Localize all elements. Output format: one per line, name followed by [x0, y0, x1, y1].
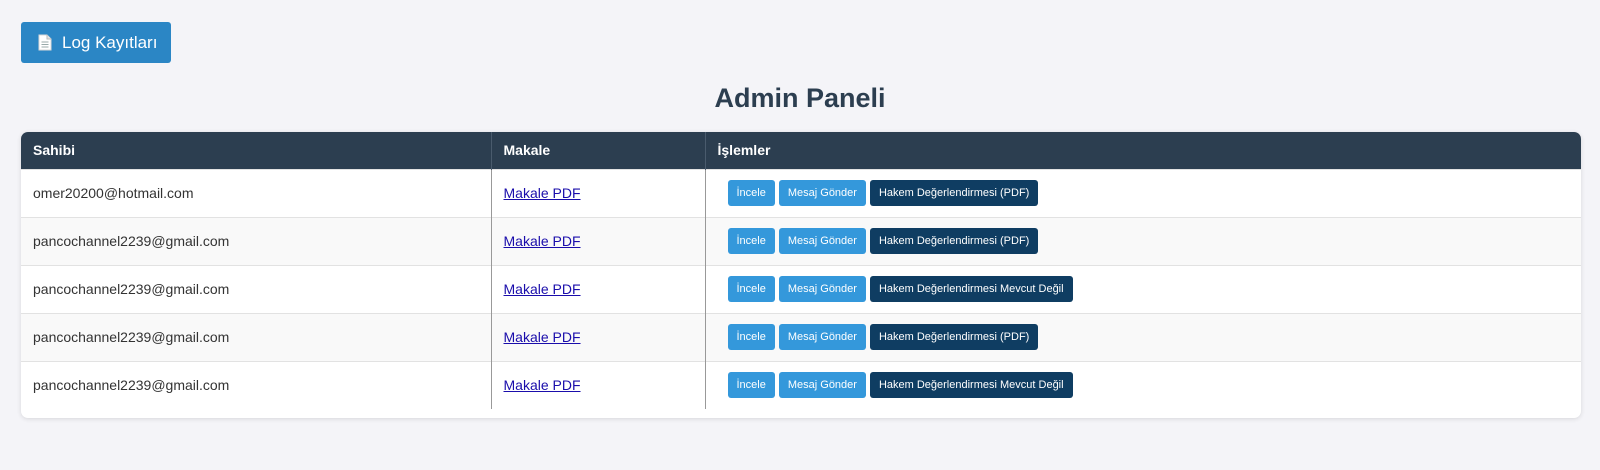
submissions-table: Sahibi Makale İşlemler omer20200@hotmail… — [21, 132, 1581, 409]
review-button[interactable]: İncele — [727, 372, 775, 399]
review-button[interactable]: İncele — [727, 324, 775, 350]
table-row: pancochannel2239@gmail.com Makale PDF İn… — [21, 313, 1581, 361]
row-actions: İncele Mesaj Gönder Hakem Değerlendirmes… — [718, 372, 1570, 399]
submissions-table-card: Sahibi Makale İşlemler omer20200@hotmail… — [21, 132, 1581, 418]
page-title: Admin Paneli — [714, 83, 886, 113]
send-message-button[interactable]: Mesaj Gönder — [778, 276, 866, 302]
owner-email: omer20200@hotmail.com — [21, 169, 492, 217]
referee-review-button[interactable]: Hakem Değerlendirmesi Mevcut Değil — [869, 372, 1073, 399]
send-message-button[interactable]: Mesaj Gönder — [778, 324, 866, 350]
article-pdf-link[interactable]: Makale PDF — [504, 281, 581, 297]
log-records-label: Log Kayıtları — [62, 32, 158, 52]
review-button[interactable]: İncele — [727, 228, 775, 254]
article-pdf-link[interactable]: Makale PDF — [504, 377, 581, 393]
owner-email: pancochannel2239@gmail.com — [21, 361, 492, 409]
send-message-button[interactable]: Mesaj Gönder — [778, 372, 866, 399]
table-row: pancochannel2239@gmail.com Makale PDF İn… — [21, 361, 1581, 409]
table-header-row: Sahibi Makale İşlemler — [21, 132, 1581, 169]
send-message-button[interactable]: Mesaj Gönder — [778, 180, 866, 206]
article-pdf-link[interactable]: Makale PDF — [504, 329, 581, 345]
row-actions: İncele Mesaj Gönder Hakem Değerlendirmes… — [718, 276, 1570, 302]
referee-review-button[interactable]: Hakem Değerlendirmesi (PDF) — [869, 228, 1039, 254]
table-row: pancochannel2239@gmail.com Makale PDF İn… — [21, 217, 1581, 265]
table-row: pancochannel2239@gmail.com Makale PDF İn… — [21, 265, 1581, 313]
referee-review-button[interactable]: Hakem Değerlendirmesi (PDF) — [869, 180, 1039, 206]
article-pdf-link[interactable]: Makale PDF — [504, 185, 581, 201]
document-icon — [38, 34, 52, 51]
row-actions: İncele Mesaj Gönder Hakem Değerlendirmes… — [718, 180, 1570, 206]
row-actions: İncele Mesaj Gönder Hakem Değerlendirmes… — [718, 324, 1570, 350]
owner-email: pancochannel2239@gmail.com — [21, 217, 492, 265]
header-actions: İşlemler — [717, 142, 771, 159]
log-records-button[interactable]: Log Kayıtları — [21, 22, 171, 63]
send-message-button[interactable]: Mesaj Gönder — [778, 228, 866, 254]
owner-email: pancochannel2239@gmail.com — [21, 265, 492, 313]
owner-email: pancochannel2239@gmail.com — [21, 313, 492, 361]
review-button[interactable]: İncele — [727, 276, 775, 302]
header-owner: Sahibi — [21, 132, 492, 169]
header-article: Makale — [491, 132, 706, 169]
review-button[interactable]: İncele — [727, 180, 775, 206]
article-pdf-link[interactable]: Makale PDF — [504, 233, 581, 249]
table-row: omer20200@hotmail.com Makale PDF İncele … — [21, 169, 1581, 217]
referee-review-button[interactable]: Hakem Değerlendirmesi Mevcut Değil — [869, 276, 1073, 302]
referee-review-button[interactable]: Hakem Değerlendirmesi (PDF) — [869, 324, 1039, 350]
row-actions: İncele Mesaj Gönder Hakem Değerlendirmes… — [718, 228, 1570, 254]
